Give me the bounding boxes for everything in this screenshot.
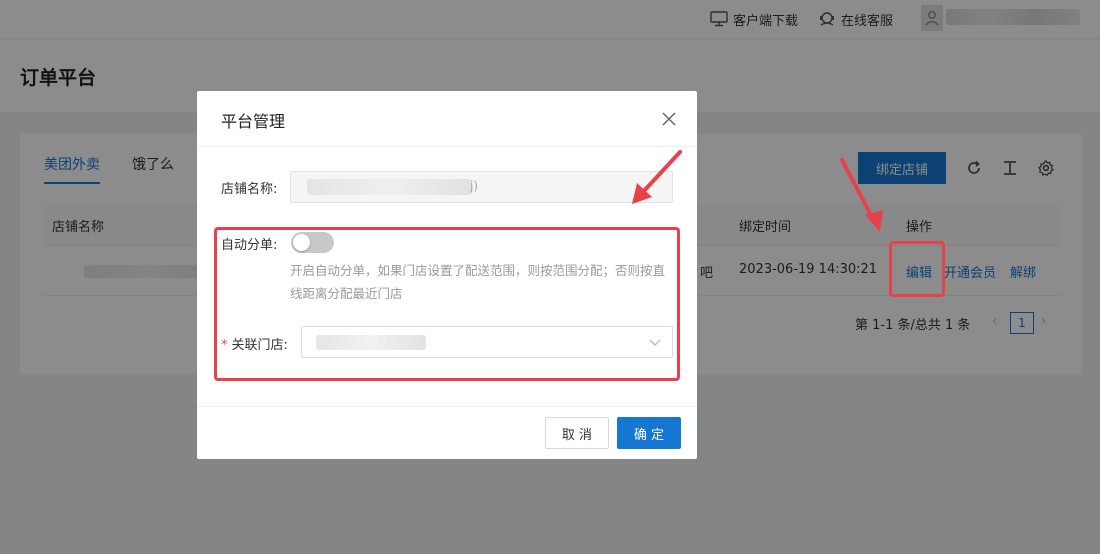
chevron-down-icon <box>649 339 661 346</box>
confirm-button[interactable]: 确 定 <box>617 417 681 449</box>
linked-store-value-redacted <box>316 335 426 350</box>
linked-store-label-wrap: * 关联门店: <box>221 334 288 353</box>
switch-knob <box>293 234 310 251</box>
platform-management-modal: 平台管理 店铺名称: j) 自动分单: 开启自动分单，如果门店设置了配送范围，则… <box>197 91 697 459</box>
auto-split-switch[interactable] <box>291 232 334 253</box>
auto-split-label: 自动分单: <box>221 238 278 253</box>
close-button[interactable] <box>659 109 679 129</box>
modal-header-divider <box>197 146 697 147</box>
close-icon <box>662 112 676 126</box>
auto-split-help-text: 开启自动分单，如果门店设置了配送范围，则按范围分配；否则按直线距离分配最近门店 <box>290 263 666 301</box>
store-name-value-suffix: j) <box>470 179 479 193</box>
cancel-button[interactable]: 取 消 <box>545 417 609 449</box>
linked-store-select[interactable] <box>301 326 673 358</box>
linked-store-label: 关联门店: <box>231 338 288 353</box>
store-name-value-redacted <box>307 179 472 195</box>
modal-title: 平台管理 <box>221 112 286 131</box>
modal-footer-divider <box>197 406 697 407</box>
store-name-label: 店铺名称: <box>221 182 278 197</box>
required-mark: * <box>221 338 228 353</box>
